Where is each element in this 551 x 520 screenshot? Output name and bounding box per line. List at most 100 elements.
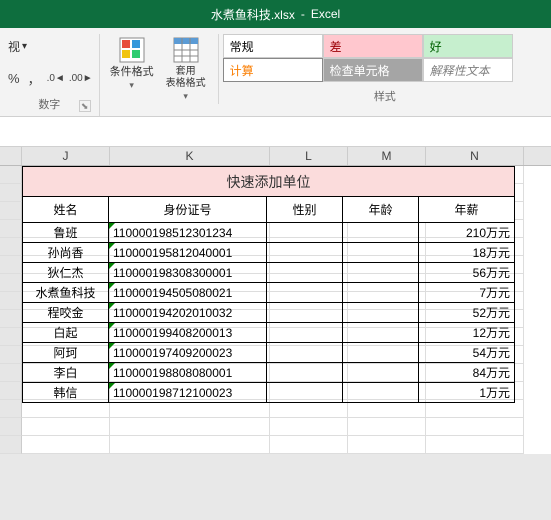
cell-sex[interactable] <box>267 243 343 263</box>
col-header-L[interactable]: L <box>270 147 348 165</box>
cell-sex[interactable] <box>267 283 343 303</box>
cell-name[interactable]: 李白 <box>23 363 109 383</box>
table-row: 鲁班110000198512301234 210万元 <box>23 223 515 243</box>
row-header[interactable] <box>0 382 22 400</box>
cell[interactable] <box>426 436 524 454</box>
cell-salary[interactable]: 84万元 <box>419 363 515 383</box>
cell-id[interactable]: 110000194202010032 <box>109 303 267 323</box>
header-name[interactable]: 姓名 <box>23 197 109 223</box>
cell-sex[interactable] <box>267 383 343 403</box>
row-header[interactable] <box>0 346 22 364</box>
cell-salary[interactable]: 12万元 <box>419 323 515 343</box>
select-all-corner[interactable] <box>0 147 22 165</box>
header-salary[interactable]: 年薪 <box>419 197 515 223</box>
cell[interactable] <box>270 418 348 436</box>
decrease-decimal-button[interactable]: .00► <box>69 73 93 84</box>
cell[interactable] <box>22 418 110 436</box>
row-header[interactable] <box>0 238 22 256</box>
cell-id[interactable]: 110000195812040001 <box>109 243 267 263</box>
cell-sex[interactable] <box>267 323 343 343</box>
table-format-icon <box>172 36 200 64</box>
cell-id[interactable]: 110000199408200013 <box>109 323 267 343</box>
cell-salary[interactable]: 52万元 <box>419 303 515 323</box>
cell-salary[interactable]: 56万元 <box>419 263 515 283</box>
cell-age[interactable] <box>343 263 419 283</box>
cell-sex[interactable] <box>267 263 343 283</box>
cell-salary[interactable]: 18万元 <box>419 243 515 263</box>
increase-decimal-button[interactable]: .0◄ <box>47 73 65 84</box>
cell-id[interactable]: 110000198808080001 <box>109 363 267 383</box>
table-title[interactable]: 快速添加单位 <box>23 167 515 197</box>
row-header[interactable] <box>0 202 22 220</box>
cell-age[interactable] <box>343 223 419 243</box>
row-header[interactable] <box>0 436 22 454</box>
style-bad[interactable]: 差 <box>323 34 423 58</box>
col-header-K[interactable]: K <box>110 147 270 165</box>
cell-id[interactable]: 110000198712100023 <box>109 383 267 403</box>
cell-name[interactable]: 白起 <box>23 323 109 343</box>
style-good[interactable]: 好 <box>423 34 513 58</box>
cell[interactable] <box>348 436 426 454</box>
cell-name[interactable]: 水煮鱼科技 <box>23 283 109 303</box>
header-sex[interactable]: 性别 <box>267 197 343 223</box>
header-age[interactable]: 年龄 <box>343 197 419 223</box>
cell[interactable] <box>348 418 426 436</box>
row-header[interactable] <box>0 256 22 274</box>
cell-age[interactable] <box>343 363 419 383</box>
cell-sex[interactable] <box>267 303 343 323</box>
style-explain[interactable]: 解释性文本 <box>423 58 513 82</box>
cell-id[interactable]: 110000197409200023 <box>109 343 267 363</box>
cell-age[interactable] <box>343 243 419 263</box>
row-header[interactable] <box>0 400 22 418</box>
cell-name[interactable]: 阿珂 <box>23 343 109 363</box>
cell[interactable] <box>110 418 270 436</box>
col-header-N[interactable]: N <box>426 147 524 165</box>
style-check[interactable]: 检查单元格 <box>323 58 423 82</box>
row-header[interactable] <box>0 220 22 238</box>
cell-name[interactable]: 孙尚香 <box>23 243 109 263</box>
cell-name[interactable]: 韩信 <box>23 383 109 403</box>
cell-id[interactable]: 110000194505080021 <box>109 283 267 303</box>
row-header[interactable] <box>0 166 22 184</box>
table-format-button[interactable]: 套用 表格格式 ▾ <box>162 34 210 104</box>
row-header[interactable] <box>0 292 22 310</box>
cell[interactable] <box>270 436 348 454</box>
col-header-M[interactable]: M <box>348 147 426 165</box>
row-header[interactable] <box>0 184 22 202</box>
cell-salary[interactable]: 54万元 <box>419 343 515 363</box>
style-calc[interactable]: 计算 <box>223 58 323 82</box>
cell-sex[interactable] <box>267 223 343 243</box>
cell-salary[interactable]: 210万元 <box>419 223 515 243</box>
row-header[interactable] <box>0 328 22 346</box>
cell-salary[interactable]: 7万元 <box>419 283 515 303</box>
cell-age[interactable] <box>343 283 419 303</box>
dialog-launcher-icon[interactable]: ⬊ <box>79 100 91 112</box>
cell-name[interactable]: 狄仁杰 <box>23 263 109 283</box>
row-header[interactable] <box>0 310 22 328</box>
cell-sex[interactable] <box>267 363 343 383</box>
cell-id[interactable]: 110000198308300001 <box>109 263 267 283</box>
view-dropdown[interactable]: 视 ▾ <box>6 34 93 59</box>
cell-sex[interactable] <box>267 343 343 363</box>
row-header[interactable] <box>0 364 22 382</box>
percent-button[interactable]: % <box>6 71 22 86</box>
header-id[interactable]: 身份证号 <box>109 197 267 223</box>
cell-age[interactable] <box>343 383 419 403</box>
cell-id[interactable]: 110000198512301234 <box>109 223 267 243</box>
cell[interactable] <box>426 418 524 436</box>
cell-salary[interactable]: 1万元 <box>419 383 515 403</box>
row-header[interactable] <box>0 418 22 436</box>
cell-age[interactable] <box>343 323 419 343</box>
style-normal[interactable]: 常规 <box>223 34 323 58</box>
row-header[interactable] <box>0 274 22 292</box>
cell[interactable] <box>110 436 270 454</box>
comma-button[interactable]: ， <box>26 69 43 88</box>
worksheet[interactable]: J K L M N 快速添加单位 姓名 身份证号 性别 年龄 年薪 鲁班110 <box>0 147 551 454</box>
cell-age[interactable] <box>343 303 419 323</box>
conditional-format-button[interactable]: 条件格式 ▾ <box>108 34 156 104</box>
cell-name[interactable]: 鲁班 <box>23 223 109 243</box>
cell[interactable] <box>22 436 110 454</box>
col-header-J[interactable]: J <box>22 147 110 165</box>
cell-age[interactable] <box>343 343 419 363</box>
cell-name[interactable]: 程咬金 <box>23 303 109 323</box>
